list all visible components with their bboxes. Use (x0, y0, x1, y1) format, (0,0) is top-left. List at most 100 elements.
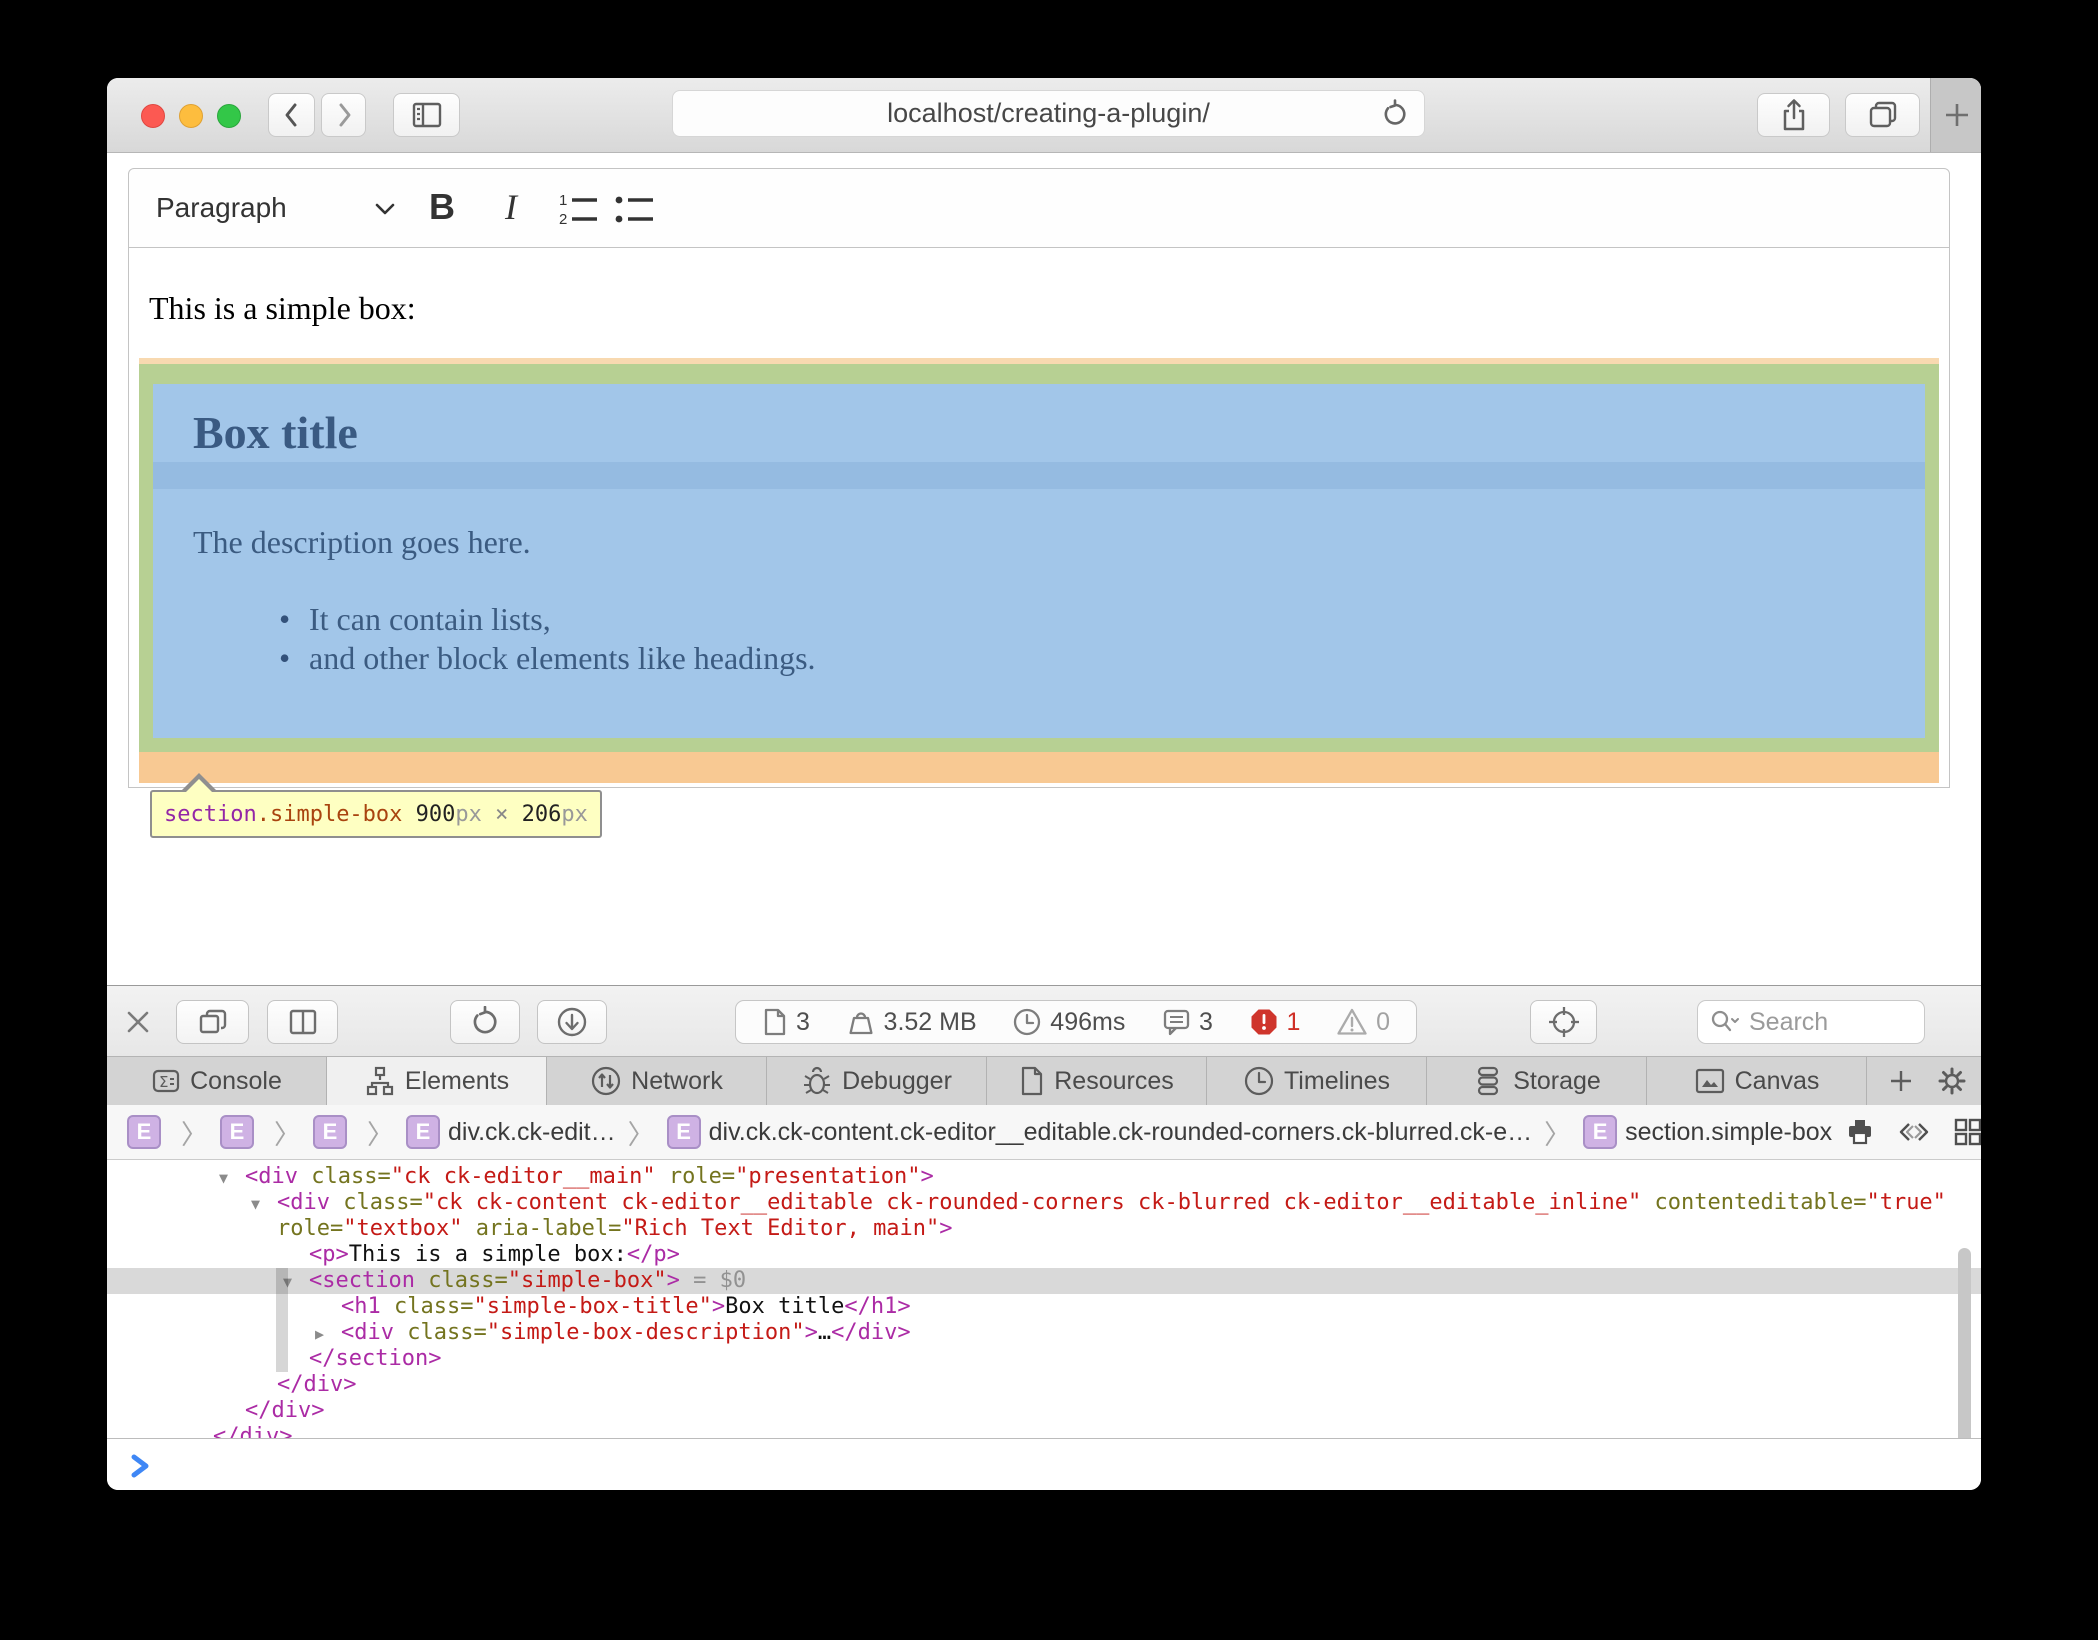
plus-icon (1942, 100, 1972, 130)
code-line[interactable]: </section> (107, 1346, 1981, 1372)
error-icon (1249, 1007, 1279, 1037)
element-badge: E (127, 1115, 161, 1149)
tab-timelines[interactable]: Timelines (1207, 1057, 1427, 1105)
chevron-right-icon: 〉 (367, 1113, 394, 1152)
simple-box-description: The description goes here. (193, 524, 531, 561)
timelines-icon (1243, 1065, 1275, 1097)
zoom-window-button[interactable] (217, 104, 241, 128)
speech-bubble-icon (1161, 1007, 1191, 1037)
devtools-reload-button[interactable] (450, 1000, 520, 1044)
code-line[interactable]: <h1 class="simple-box-title">Box title</… (107, 1294, 1981, 1320)
code-line[interactable]: </div> (107, 1424, 1981, 1438)
disclosure-open-icon[interactable]: ▼ (219, 1165, 228, 1191)
inspect-highlight-content (153, 384, 1925, 738)
code-line[interactable]: ▼<div class="ck ck-editor__main" role="p… (107, 1164, 1981, 1190)
chevron-right-icon: 〉 (628, 1113, 655, 1152)
tab-resources[interactable]: Resources (987, 1057, 1207, 1105)
url-field[interactable]: localhost/creating-a-plugin/ (672, 90, 1425, 137)
close-window-button[interactable] (141, 104, 165, 128)
share-button[interactable] (1757, 93, 1830, 137)
stat-errors[interactable]: 1 (1249, 1007, 1301, 1037)
devtools-download-button[interactable] (537, 1000, 607, 1044)
console-icon: Σ (151, 1066, 181, 1096)
forward-button[interactable] (321, 93, 366, 137)
disclosure-closed-icon[interactable]: ▶ (315, 1321, 324, 1347)
svg-text:Σ: Σ (159, 1073, 168, 1091)
code-line[interactable]: <p>This is a simple box:</p> (107, 1242, 1981, 1268)
console-prompt-row[interactable] (107, 1438, 1981, 1490)
bulleted-list-icon (613, 191, 657, 227)
stat-load-time[interactable]: 496ms (1012, 1007, 1125, 1037)
devtools-breadcrumb-bar: E 〉 E 〉 E 〉 E div.ck.ck-edit… 〉 E div.ck… (107, 1105, 1981, 1160)
minimize-window-button[interactable] (179, 104, 203, 128)
stat-transfer-size[interactable]: 3.52 MB (846, 1007, 977, 1037)
bulleted-list-button[interactable] (613, 191, 657, 227)
chevron-right-icon: 〉 (274, 1113, 301, 1152)
selection-indent-guide (276, 1268, 288, 1372)
editor-toolbar: Paragraph B I 1 2 (128, 168, 1950, 248)
new-tab-button[interactable] (1930, 78, 1981, 152)
inspect-tooltip: section.simple-box 900px × 206px (150, 790, 602, 838)
devtools-dock-window-button[interactable] (176, 1000, 249, 1044)
code-line[interactable]: </div> (107, 1398, 1981, 1424)
devtools-search-field[interactable] (1697, 1000, 1925, 1044)
back-button[interactable] (268, 93, 315, 137)
breadcrumb-item[interactable]: E div.ck.ck-content.ck-editor__editable.… (667, 1115, 1533, 1149)
bug-icon (801, 1065, 833, 1097)
disclosure-open-icon[interactable]: ▼ (251, 1191, 260, 1217)
paragraph-dropdown[interactable]: Paragraph (156, 169, 287, 247)
numbered-list-button[interactable]: 1 2 (557, 191, 601, 227)
tab-network[interactable]: Network (547, 1057, 767, 1105)
devtools-dock-side-button[interactable] (267, 1000, 338, 1044)
sidebar-toggle-button[interactable] (393, 93, 460, 137)
chevron-right-icon: 〉 (181, 1113, 208, 1152)
search-input[interactable] (1747, 1007, 1901, 1038)
code-line-selected[interactable]: ▼<section class="simple-box"> = $0 (107, 1268, 1981, 1294)
print-icon[interactable] (1844, 1116, 1876, 1148)
split-pane-icon (285, 1006, 321, 1038)
breadcrumb-item[interactable]: E (127, 1115, 169, 1149)
grid-icon[interactable] (1952, 1116, 1981, 1148)
breadcrumb-item[interactable]: E (313, 1115, 355, 1149)
code-line[interactable]: role="textbox" aria-label="Rich Text Edi… (107, 1216, 1981, 1242)
italic-button[interactable]: I (505, 169, 517, 245)
breadcrumb-item[interactable]: E (220, 1115, 262, 1149)
code-line[interactable]: ▶<div class="simple-box-description">…</… (107, 1320, 1981, 1346)
download-icon (555, 1005, 589, 1039)
stat-warnings[interactable]: 0 (1336, 1007, 1390, 1037)
element-picker-button[interactable] (1530, 1000, 1597, 1044)
tooltip-height: 206 (522, 802, 562, 827)
search-icon (1710, 1009, 1740, 1035)
resources-icon (1019, 1066, 1045, 1096)
tab-elements[interactable]: Elements (327, 1057, 547, 1105)
rich-text-editable-area[interactable]: This is a simple box: Box title The desc… (128, 248, 1950, 788)
reload-icon[interactable] (1380, 99, 1410, 129)
weight-icon (846, 1007, 876, 1037)
gear-icon[interactable] (1937, 1066, 1967, 1096)
tab-storage[interactable]: Storage (1427, 1057, 1647, 1105)
tab-canvas[interactable]: Canvas (1647, 1057, 1867, 1105)
stat-resources[interactable]: 3 (762, 1007, 810, 1037)
code-brackets-icon[interactable] (1897, 1116, 1931, 1148)
close-icon (123, 1007, 153, 1037)
list-item: It can contain lists, (279, 600, 816, 639)
bold-button[interactable]: B (429, 169, 455, 245)
intro-paragraph: This is a simple box: (149, 290, 416, 327)
reload-icon (469, 1006, 501, 1038)
code-line[interactable]: </div> (107, 1372, 1981, 1398)
show-all-tabs-button[interactable] (1845, 93, 1920, 137)
element-badge: E (406, 1115, 440, 1149)
add-tab-icon[interactable] (1887, 1067, 1915, 1095)
devtools-close-button[interactable] (123, 1007, 155, 1037)
inspect-highlight-band (153, 462, 1925, 489)
chevron-down-icon[interactable] (372, 200, 398, 218)
devtools-tab-bar: Σ Console Elements Network (107, 1057, 1981, 1105)
tab-console[interactable]: Σ Console (107, 1057, 327, 1105)
breadcrumb-item[interactable]: E div.ck.ck-edit… (406, 1115, 616, 1149)
stat-console-logs[interactable]: 3 (1161, 1007, 1213, 1037)
breadcrumb-item-selected[interactable]: E section.simple-box (1583, 1115, 1832, 1149)
tab-debugger[interactable]: Debugger (767, 1057, 987, 1105)
scrollbar-thumb[interactable] (1958, 1248, 1971, 1438)
code-line[interactable]: ▼<div class="ck ck-content ck-editor__ed… (107, 1190, 1981, 1216)
detach-icon (195, 1006, 231, 1038)
